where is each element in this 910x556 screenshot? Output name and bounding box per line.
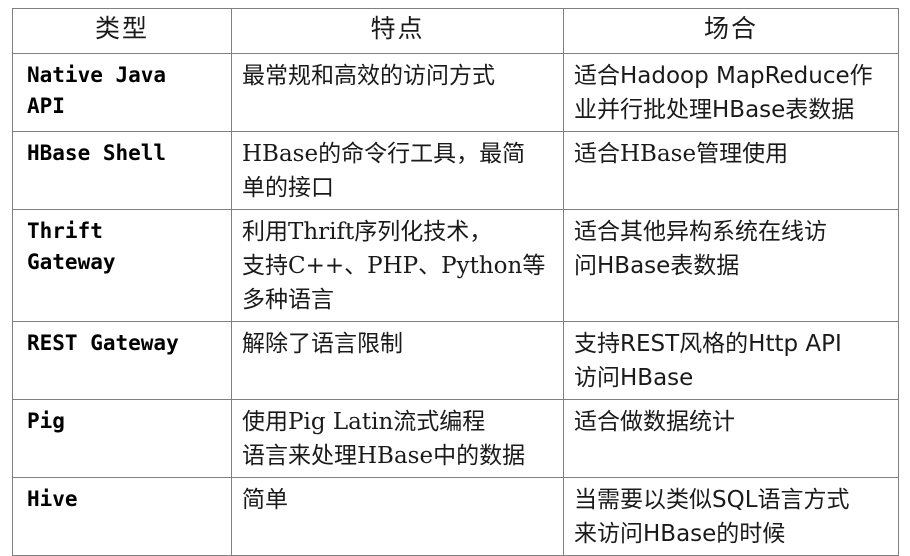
table-container: 类型 特点 场合 Native Java API 最常规和高效的访问方式 适合H…	[0, 0, 910, 556]
scene-text: 适合Hadoop MapReduce作 业并行批处理HBase表数据	[574, 63, 873, 123]
scene-text: 适合做数据统计	[574, 409, 735, 435]
scene-text: 当需要以类似SQL语言方式 来访问HBase的时候	[574, 487, 850, 547]
cell-scene: 适合其他异构系统在线访 问HBase表数据	[563, 209, 899, 322]
cell-scene: 支持REST风格的Http API 访问HBase	[563, 321, 899, 400]
type-text: Pig	[27, 409, 65, 433]
cell-type: Pig	[12, 399, 232, 478]
scene-text: 支持REST风格的Http API 访问HBase	[574, 331, 842, 391]
table-row: Native Java API 最常规和高效的访问方式 适合Hadoop Map…	[12, 53, 899, 132]
column-header-feature: 特点	[231, 8, 564, 54]
feature-text: 使用Pig Latin流式编程 语言来处理HBase中的数据	[242, 409, 526, 469]
feature-text: 利用Thrift序列化技术， 支持C++、PHP、Python等 多种语言	[242, 219, 546, 313]
table-row: Pig 使用Pig Latin流式编程 语言来处理HBase中的数据 适合做数据…	[12, 399, 899, 478]
type-text: REST Gateway	[27, 331, 179, 355]
feature-text: 解除了语言限制	[242, 331, 403, 357]
cell-scene: 适合HBase管理使用	[563, 131, 899, 210]
table-row: Hive 简单 当需要以类似SQL语言方式 来访问HBase的时候	[12, 477, 899, 556]
feature-text: 简单	[242, 487, 288, 513]
cell-feature: 利用Thrift序列化技术， 支持C++、PHP、Python等 多种语言	[231, 209, 564, 322]
type-text: HBase Shell	[27, 141, 167, 165]
feature-text: 最常规和高效的访问方式	[242, 63, 495, 89]
feature-text: HBase的命令行工具，最简 单的接口	[242, 141, 526, 201]
cell-feature: 使用Pig Latin流式编程 语言来处理HBase中的数据	[231, 399, 564, 478]
cell-type: Thrift Gateway	[12, 209, 232, 322]
table-header-row: 类型 特点 场合	[12, 8, 899, 54]
type-text: Thrift Gateway	[27, 219, 116, 274]
cell-feature: 最常规和高效的访问方式	[231, 53, 564, 132]
cell-feature: 解除了语言限制	[231, 321, 564, 400]
cell-type: Native Java API	[12, 53, 232, 132]
comparison-table: 类型 特点 场合 Native Java API 最常规和高效的访问方式 适合H…	[12, 8, 899, 556]
column-header-scene-label: 场合	[703, 14, 758, 43]
scene-text: 适合HBase管理使用	[574, 141, 789, 167]
column-header-scene: 场合	[563, 8, 899, 54]
column-header-feature-label: 特点	[370, 14, 425, 43]
type-text: Hive	[27, 487, 78, 511]
cell-feature: 简单	[231, 477, 564, 556]
column-header-type-label: 类型	[94, 14, 149, 43]
type-text: Native Java API	[27, 63, 167, 118]
cell-scene: 适合Hadoop MapReduce作 业并行批处理HBase表数据	[563, 53, 899, 132]
table-row: Thrift Gateway 利用Thrift序列化技术， 支持C++、PHP、…	[12, 209, 899, 322]
cell-scene: 当需要以类似SQL语言方式 来访问HBase的时候	[563, 477, 899, 556]
table-row: HBase Shell HBase的命令行工具，最简 单的接口 适合HBase管…	[12, 131, 899, 210]
scene-text: 适合其他异构系统在线访 问HBase表数据	[574, 219, 827, 279]
table-row: REST Gateway 解除了语言限制 支持REST风格的Http API 访…	[12, 321, 899, 400]
column-header-type: 类型	[12, 8, 232, 54]
cell-scene: 适合做数据统计	[563, 399, 899, 478]
cell-type: Hive	[12, 477, 232, 556]
cell-type: HBase Shell	[12, 131, 232, 210]
cell-type: REST Gateway	[12, 321, 232, 400]
cell-feature: HBase的命令行工具，最简 单的接口	[231, 131, 564, 210]
